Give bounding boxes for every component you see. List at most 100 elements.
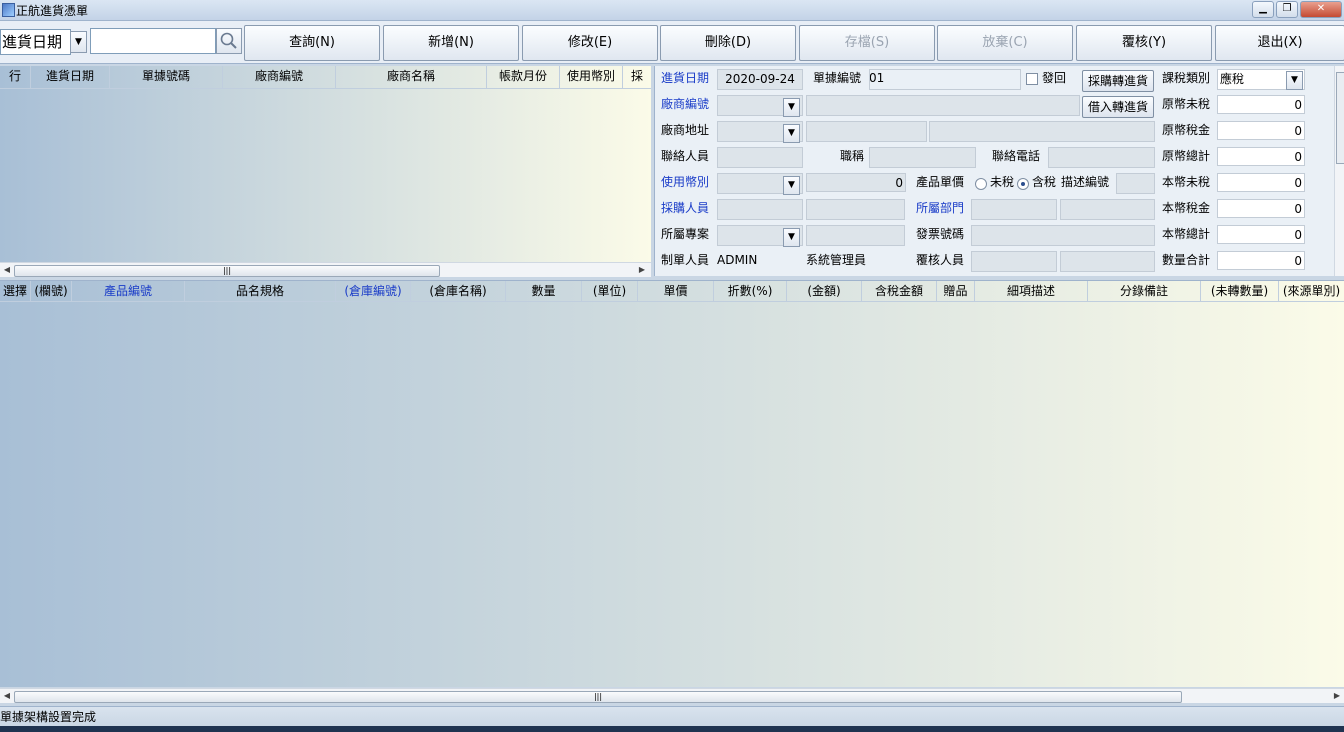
detail-col-header[interactable]: 數量	[506, 281, 582, 302]
detail-col-header[interactable]: 選擇	[0, 281, 31, 302]
edit-button[interactable]: 修改(E)	[522, 25, 658, 61]
detail-col-header[interactable]: (來源單別)	[1279, 281, 1344, 302]
chevron-down-icon[interactable]: ▼	[783, 124, 800, 143]
col-header[interactable]: 廠商編號	[223, 66, 336, 89]
col-header[interactable]: 使用幣別	[560, 66, 623, 89]
col-header[interactable]: 帳款月份	[487, 66, 560, 89]
detail-col-header[interactable]: 產品編號	[72, 281, 185, 302]
vendor-address-field[interactable]	[806, 121, 927, 142]
untaxed-radio[interactable]	[975, 178, 987, 190]
detail-col-header[interactable]: 品名規格	[185, 281, 336, 302]
chevron-down-icon[interactable]: ▼	[783, 176, 800, 195]
detail-col-header[interactable]: (倉庫編號)	[336, 281, 411, 302]
total-value[interactable]: 0	[1217, 95, 1305, 114]
phone-field[interactable]	[1048, 147, 1155, 168]
taxed-radio[interactable]	[1017, 178, 1029, 190]
vendor-address-detail-field[interactable]	[929, 121, 1155, 142]
save-button[interactable]: 存檔(S)	[799, 25, 935, 61]
exit-button[interactable]: 退出(X)	[1215, 25, 1344, 61]
dept-name-field[interactable]	[1060, 199, 1155, 220]
reviewer-name-field[interactable]	[1060, 251, 1155, 272]
reviewer-code-field[interactable]	[971, 251, 1057, 272]
delete-button[interactable]: 刪除(D)	[660, 25, 796, 61]
search-field-select[interactable]: 進貨日期	[0, 29, 71, 55]
return-checkbox[interactable]	[1026, 73, 1038, 85]
buyer-code-field[interactable]	[717, 199, 803, 220]
vendor-address-label: 廠商地址	[661, 123, 710, 137]
col-header[interactable]: 採	[623, 66, 651, 89]
detail-col-header[interactable]: (倉庫名稱)	[411, 281, 506, 302]
invoice-field[interactable]	[971, 225, 1155, 246]
col-header[interactable]: 進貨日期	[31, 66, 110, 89]
detail-col-header[interactable]: 折數(%)	[714, 281, 787, 302]
discard-button[interactable]: 放棄(C)	[937, 25, 1073, 61]
total-value[interactable]: 0	[1217, 225, 1305, 244]
status-message: 單據架構設置完成	[0, 710, 97, 724]
vendor-name-field[interactable]	[806, 95, 1080, 116]
query-button[interactable]: 查詢(N)	[244, 25, 380, 61]
total-label: 本幣稅金	[1162, 201, 1211, 215]
buyer-name-field[interactable]	[806, 199, 905, 220]
untaxed-label: 未稅	[990, 175, 1015, 189]
scroll-left-icon[interactable]: ◀	[0, 263, 14, 277]
detail-col-header[interactable]: 分錄備註	[1088, 281, 1201, 302]
total-value[interactable]: 0	[1217, 147, 1305, 166]
search-icon	[220, 32, 237, 49]
detail-horizontal-scrollbar[interactable]: ◀ ||| ▶	[0, 688, 1344, 703]
restore-icon[interactable]: ❐	[1276, 1, 1298, 18]
exchange-rate-field[interactable]: 0	[806, 173, 906, 192]
review-button[interactable]: 覆核(Y)	[1076, 25, 1212, 61]
detail-col-header[interactable]: (未轉數量)	[1201, 281, 1279, 302]
detail-col-header[interactable]: 單價	[638, 281, 714, 302]
chevron-down-icon[interactable]: ▼	[1286, 71, 1303, 90]
po-to-receipt-button[interactable]: 採購轉進貨	[1082, 70, 1154, 92]
total-value[interactable]: 0	[1217, 251, 1305, 270]
project-name-field[interactable]	[806, 225, 905, 246]
detail-col-header[interactable]: (單位)	[582, 281, 638, 302]
chevron-down-icon[interactable]: ▼	[783, 228, 800, 247]
scroll-thumb[interactable]	[1336, 72, 1344, 164]
total-label: 原幣總計	[1162, 149, 1211, 163]
form-vertical-scrollbar[interactable]	[1334, 66, 1344, 276]
vendor-code-label: 廠商編號	[661, 97, 710, 111]
contact-label: 聯絡人員	[661, 149, 710, 163]
total-value[interactable]: 0	[1217, 121, 1305, 140]
detail-col-header[interactable]: (金額)	[787, 281, 862, 302]
detail-col-header[interactable]: 細項描述	[975, 281, 1088, 302]
borrow-to-receipt-button[interactable]: 借入轉進貨	[1082, 96, 1154, 118]
contact-field[interactable]	[717, 147, 803, 168]
detail-grid[interactable]: 選擇 (欄號) 產品編號 品名規格 (倉庫編號) (倉庫名稱) 數量 (單位) …	[0, 280, 1344, 703]
total-value[interactable]: 0	[1217, 173, 1305, 192]
app-icon	[2, 3, 15, 17]
total-value[interactable]: 0	[1217, 199, 1305, 218]
total-label: 本幣未稅	[1162, 175, 1211, 189]
search-input[interactable]	[90, 28, 216, 54]
currency-label: 使用幣別	[661, 175, 710, 189]
col-header[interactable]: 單據號碼	[110, 66, 223, 89]
detail-col-header[interactable]: 含稅金額	[862, 281, 937, 302]
scroll-thumb[interactable]: |||	[14, 265, 440, 277]
scroll-right-icon[interactable]: ▶	[635, 263, 649, 277]
document-form: 進貨日期 2020-09-24 單據編號 01 發回 採購轉進貨 課稅類別 應稅…	[654, 66, 1344, 276]
col-header[interactable]: 行	[0, 66, 31, 89]
detail-col-header[interactable]: 贈品	[937, 281, 975, 302]
detail-col-header[interactable]: (欄號)	[31, 281, 72, 302]
search-button[interactable]	[216, 28, 242, 54]
title-field[interactable]	[869, 147, 976, 168]
close-icon[interactable]: ✕	[1300, 1, 1342, 18]
chevron-down-icon[interactable]: ▼	[70, 31, 87, 53]
date-field[interactable]: 2020-09-24	[717, 69, 803, 90]
col-header[interactable]: 廠商名稱	[336, 66, 487, 89]
add-button[interactable]: 新增(N)	[383, 25, 519, 61]
scroll-right-icon[interactable]: ▶	[1330, 689, 1344, 703]
scroll-thumb[interactable]: |||	[14, 691, 1182, 703]
docno-field[interactable]	[869, 69, 1021, 90]
title-bar: 正航進貨憑單 ▁ ❐ ✕	[0, 0, 1344, 21]
dept-code-field[interactable]	[971, 199, 1057, 220]
document-list[interactable]: 行 進貨日期 單據號碼 廠商編號 廠商名稱 帳款月份 使用幣別 採 ◀ ||| …	[0, 66, 651, 277]
desc-code-field[interactable]	[1116, 173, 1155, 194]
minimize-icon[interactable]: ▁	[1252, 1, 1274, 18]
scroll-left-icon[interactable]: ◀	[0, 689, 14, 703]
list-horizontal-scrollbar[interactable]: ◀ ||| ▶	[0, 262, 651, 277]
chevron-down-icon[interactable]: ▼	[783, 98, 800, 117]
